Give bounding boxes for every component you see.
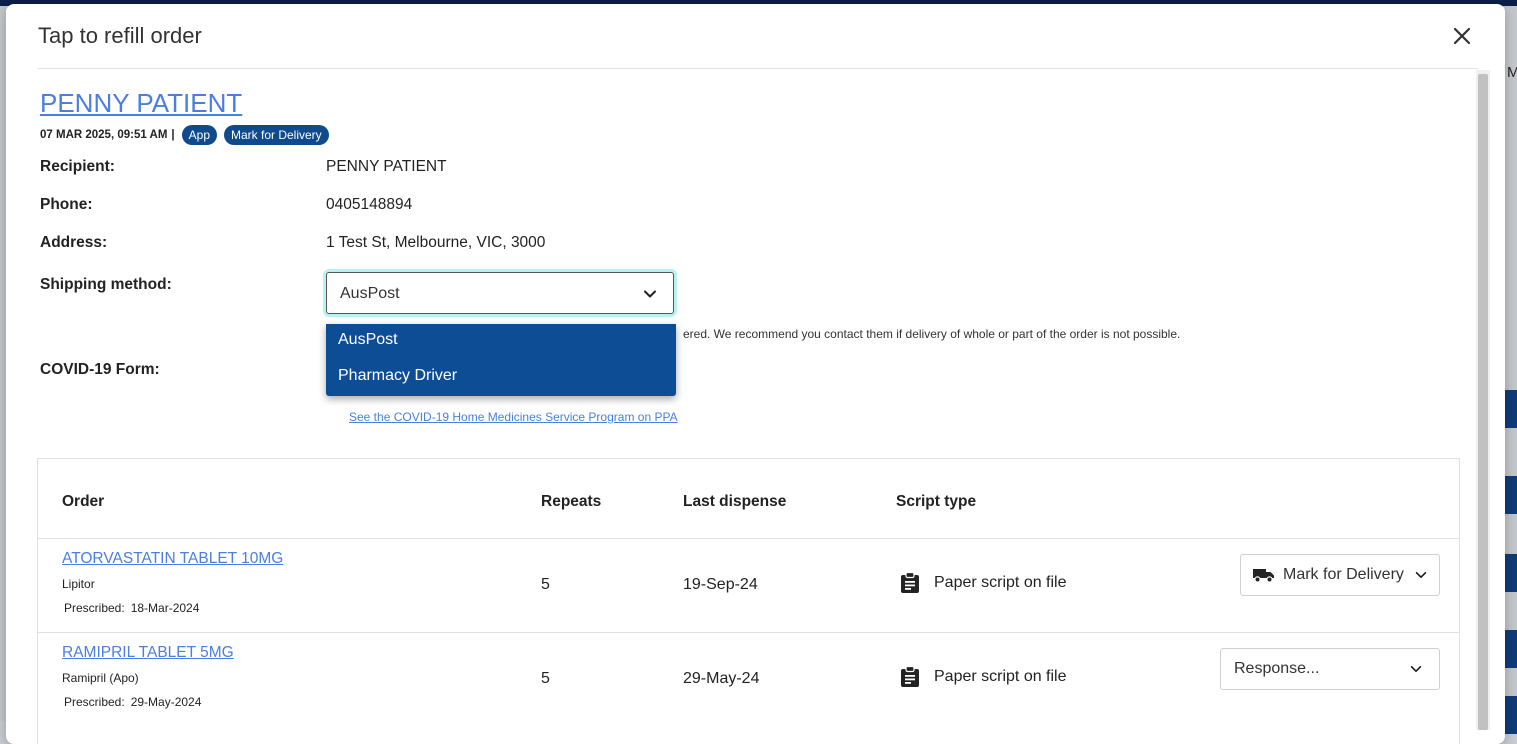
column-header-repeats: Repeats bbox=[541, 493, 602, 510]
chevron-down-icon bbox=[1410, 665, 1422, 673]
meta-separator: | bbox=[171, 129, 175, 141]
patient-name-link[interactable]: PENNY PATIENT bbox=[40, 88, 242, 119]
recipient-value: PENNY PATIENT bbox=[326, 158, 447, 175]
prescribed-date: Prescribed: 18-Mar-2024 bbox=[64, 601, 205, 615]
phone-label: Phone: bbox=[40, 196, 93, 213]
mark-for-delivery-button[interactable]: Mark for Delivery bbox=[1240, 554, 1440, 596]
badge-mark-for-delivery: Mark for Delivery bbox=[224, 125, 329, 145]
row-divider bbox=[38, 632, 1459, 633]
last-dispense-value: 29-May-24 bbox=[683, 670, 760, 687]
delivery-notice: ered. We recommend you contact them if d… bbox=[683, 327, 1181, 341]
drug-link[interactable]: RAMIPRIL TABLET 5MG bbox=[62, 644, 234, 662]
repeats-value: 5 bbox=[541, 576, 550, 593]
phone-value: 0405148894 bbox=[326, 196, 413, 213]
chevron-down-icon bbox=[644, 290, 656, 298]
last-dispense-value: 19-Sep-24 bbox=[683, 576, 758, 593]
prescribed-label: Prescribed: bbox=[64, 695, 125, 709]
truck-icon bbox=[1253, 569, 1274, 583]
prescribed-date: Prescribed: 29-May-2024 bbox=[64, 695, 207, 709]
script-type: Paper script on file bbox=[900, 666, 1067, 688]
background-button bbox=[1505, 390, 1517, 428]
shipping-method-value: AusPost bbox=[340, 285, 400, 302]
column-header-order: Order bbox=[62, 493, 105, 510]
order-table: Order Repeats Last dispense Script type … bbox=[37, 458, 1460, 744]
header-divider bbox=[38, 68, 1478, 69]
recipient-label: Recipient: bbox=[40, 158, 115, 175]
column-header-last-dispense: Last dispense bbox=[683, 493, 787, 510]
column-header-script-type: Script type bbox=[896, 493, 977, 510]
repeats-value: 5 bbox=[541, 670, 550, 687]
badge-app: App bbox=[181, 125, 217, 145]
script-type-label: Paper script on file bbox=[934, 668, 1067, 685]
shipping-method-dropdown: AusPost Pharmacy Driver bbox=[326, 324, 676, 396]
shipping-method-select[interactable]: AusPost bbox=[326, 272, 674, 314]
covid-form-label: COVID-19 Form: bbox=[40, 361, 160, 378]
clipboard-icon bbox=[901, 666, 919, 687]
dropdown-option-auspost[interactable]: AusPost bbox=[338, 331, 398, 349]
prescribed-value: 29-May-2024 bbox=[130, 695, 202, 709]
script-type: Paper script on file bbox=[900, 572, 1067, 594]
order-meta: 07 MAR 2025, 09:51 AM | App Mark for Del… bbox=[40, 125, 329, 145]
scrollbar-thumb[interactable] bbox=[1478, 74, 1488, 730]
prescribed-label: Prescribed: bbox=[64, 601, 125, 615]
background-button bbox=[1505, 554, 1517, 592]
shipping-method-label: Shipping method: bbox=[40, 276, 172, 293]
address-value: 1 Test St, Melbourne, VIC, 3000 bbox=[326, 234, 546, 251]
header-row-divider bbox=[38, 538, 1459, 539]
script-type-label: Paper script on file bbox=[934, 574, 1067, 591]
background-button bbox=[1505, 696, 1517, 734]
refill-order-modal: Tap to refill order PENNY PATIENT 07 MAR… bbox=[6, 4, 1505, 744]
prescribed-value: 18-Mar-2024 bbox=[130, 601, 200, 615]
covid-program-link[interactable]: See the COVID-19 Home Medicines Service … bbox=[349, 410, 678, 424]
background-button bbox=[1505, 630, 1517, 668]
address-label: Address: bbox=[40, 234, 108, 251]
mark-for-delivery-label: Mark for Delivery bbox=[1283, 566, 1404, 583]
clipboard-icon bbox=[901, 572, 919, 593]
background-right-strip: M bbox=[1505, 6, 1517, 734]
drug-link[interactable]: ATORVASTATIN TABLET 10MG bbox=[62, 550, 283, 568]
drug-brand: Ramipril (Apo) bbox=[62, 671, 139, 685]
background-button bbox=[1505, 476, 1517, 514]
modal-title: Tap to refill order bbox=[38, 23, 202, 48]
drug-brand: Lipitor bbox=[62, 577, 95, 591]
modal-scrollbar[interactable] bbox=[1476, 70, 1490, 730]
order-datetime: 07 MAR 2025, 09:51 AM bbox=[40, 129, 168, 141]
dropdown-option-pharmacy-driver[interactable]: Pharmacy Driver bbox=[338, 367, 457, 385]
response-select[interactable]: Response... bbox=[1220, 648, 1440, 690]
chevron-down-icon bbox=[1415, 571, 1427, 579]
close-icon[interactable] bbox=[1450, 24, 1474, 48]
response-select-label: Response... bbox=[1234, 660, 1320, 677]
background-letter: M bbox=[1507, 64, 1517, 81]
